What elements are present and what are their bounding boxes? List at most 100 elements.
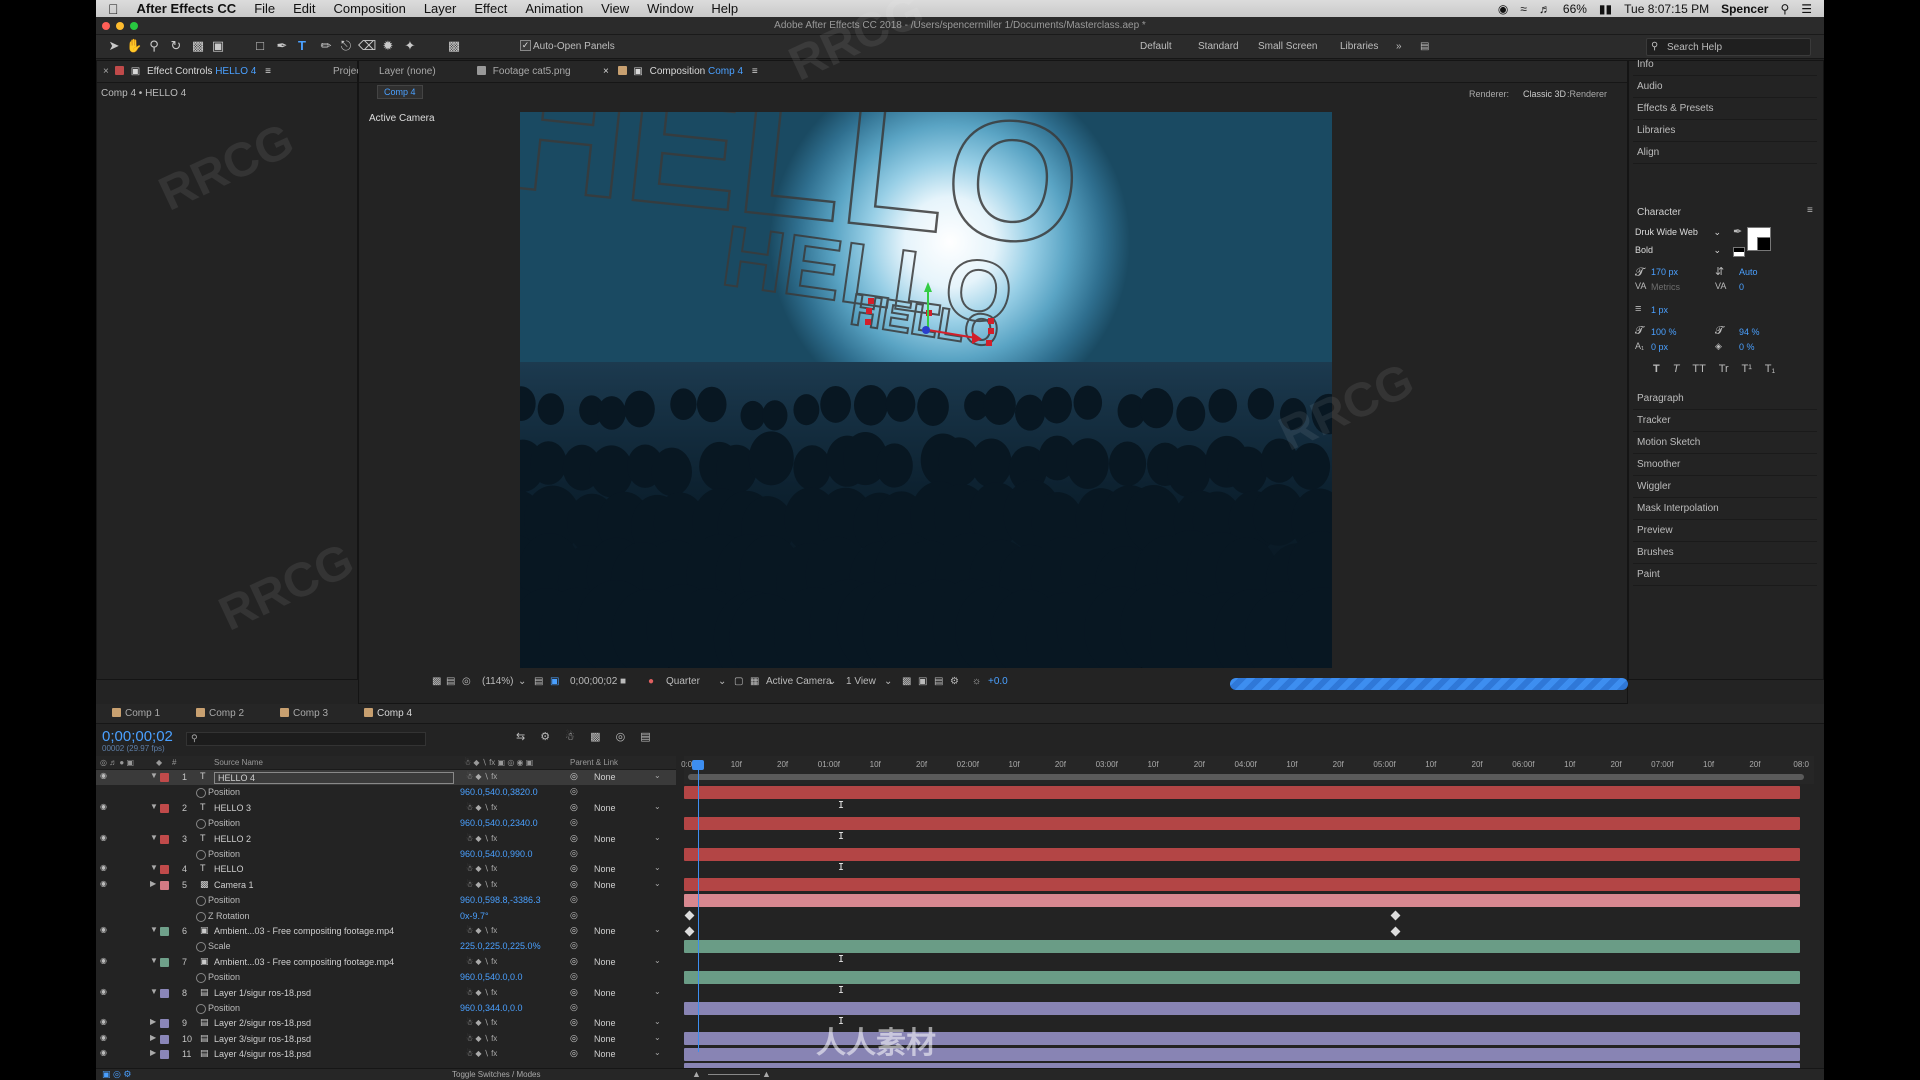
footer-icons[interactable]: ▣ ◎ ⚙ — [102, 1069, 131, 1080]
layer-row[interactable]: ◉ ▼ 7 ▣ Ambient...03 - Free compositing foot… — [96, 955, 676, 970]
keyframe[interactable] — [684, 910, 695, 921]
panel-preview[interactable]: Preview — [1637, 525, 1673, 536]
visibility-eye-icon[interactable]: ◉ — [100, 833, 107, 842]
camera-tool-icon[interactable]: ▩ — [190, 38, 206, 54]
layer-bar[interactable] — [684, 940, 1800, 953]
menu-view[interactable]: View — [601, 1, 629, 16]
auto-open-panels-checkbox[interactable]: ✓ — [520, 40, 531, 51]
parent-link-header[interactable]: Parent & Link — [570, 758, 618, 767]
timeline-tab-comp-2[interactable]: Comp 2 — [196, 708, 244, 719]
layer-switches[interactable]: ☃ ◆ ∖ fx — [466, 1034, 497, 1043]
layer-label-color[interactable] — [160, 1050, 169, 1060]
property-value[interactable]: 960.0,344.0,0.0 — [460, 1003, 523, 1013]
faux-italic-button[interactable]: T — [1673, 363, 1680, 375]
battery-percent[interactable]: 66% — [1563, 2, 1587, 16]
pickwhip-icon[interactable]: ◎ — [570, 802, 578, 813]
layer-label-color[interactable] — [160, 1034, 169, 1044]
visibility-eye-icon[interactable]: ◉ — [100, 956, 107, 965]
expand-chevron-icon[interactable]: ▼ — [150, 956, 158, 965]
zoom-out-icon[interactable]: ▲ — [692, 1069, 701, 1079]
always-preview-icon[interactable]: ▩ — [432, 676, 441, 687]
pickwhip-icon[interactable]: ◎ — [570, 956, 578, 967]
toggle-switches-modes[interactable]: Toggle Switches / Modes — [452, 1070, 541, 1079]
source-name-header[interactable]: Source Name — [214, 758, 263, 767]
exposure-reset-icon[interactable]: ☼ — [972, 676, 981, 687]
visibility-eye-icon[interactable]: ◉ — [100, 987, 107, 996]
workspace-standard[interactable]: Standard — [1198, 41, 1239, 52]
chevron-down-icon[interactable]: ⌄ — [518, 676, 526, 687]
expression-pickwhip-icon[interactable]: ◎ — [570, 894, 578, 905]
draft-3d-icon[interactable]: ⚙ — [540, 731, 550, 743]
chevron-down-icon[interactable]: ⌄ — [718, 676, 726, 687]
chevron-down-icon[interactable]: ⌄ — [884, 676, 892, 687]
motion-blur-icon[interactable]: ◎ — [616, 731, 626, 743]
expression-pickwhip-icon[interactable]: ◎ — [570, 817, 578, 828]
parent-dropdown[interactable]: None — [594, 926, 616, 936]
pickwhip-icon[interactable]: ◎ — [570, 987, 578, 998]
character-panel-title[interactable]: Character — [1637, 207, 1681, 218]
chevron-down-icon[interactable]: ⌄ — [654, 863, 661, 872]
layer-row[interactable]: ◉ ▶ 5 ▩ Camera 1 ☃ ◆ ∖ fx ◎ None ⌄ — [96, 878, 676, 893]
roi-icon[interactable]: ▢ — [734, 676, 743, 687]
layer-switches[interactable]: ☃ ◆ ∖ fx — [466, 803, 497, 812]
pixel-aspect-icon[interactable]: ▩ — [902, 676, 911, 687]
layer-row[interactable]: ◉ ▶ 11 ▤ Layer 4/sigur ros-18.psd ☃ ◆ ∖ fx ◎ No… — [96, 1047, 676, 1062]
workspace-libraries[interactable]: Libraries — [1340, 41, 1378, 52]
view-layout-dropdown[interactable]: 1 View — [846, 676, 876, 687]
expand-chevron-icon[interactable]: ▶ — [150, 1048, 156, 1057]
timeline-tab-comp-4[interactable]: Comp 4 — [364, 708, 412, 719]
roto-brush-tool-icon[interactable]: ✹ — [380, 38, 396, 54]
layer-bar[interactable] — [684, 893, 1800, 907]
panel-smoother[interactable]: Smoother — [1637, 459, 1680, 470]
work-area-bar[interactable] — [688, 774, 1804, 780]
chevron-down-icon[interactable]: ⌄ — [654, 1017, 661, 1026]
panel-info[interactable]: Info — [1637, 59, 1654, 70]
property-value[interactable]: 960.0,540.0,990.0 — [460, 849, 533, 859]
pickwhip-icon[interactable]: ◎ — [570, 1048, 578, 1059]
timeline-tab-comp-3[interactable]: Comp 3 — [280, 708, 328, 719]
expression-pickwhip-icon[interactable]: ◎ — [570, 1002, 578, 1013]
parent-dropdown[interactable]: None — [594, 864, 616, 874]
property-value[interactable]: 960.0,540.0,0.0 — [460, 972, 523, 982]
property-row[interactable]: Position 960.0,540.0,3820.0 ◎ — [96, 785, 676, 800]
parent-dropdown[interactable]: None — [594, 772, 616, 782]
layer-switches[interactable]: ☃ ◆ ∖ fx — [466, 772, 497, 781]
panel-motion-sketch[interactable]: Motion Sketch — [1637, 437, 1700, 448]
chevron-down-icon[interactable]: ⌄ — [654, 771, 661, 780]
current-time-indicator[interactable] — [698, 762, 699, 1052]
panel-effects-presets[interactable]: Effects & Presets — [1637, 103, 1714, 114]
layer-switches[interactable]: ☃ ◆ ∖ fx — [466, 957, 497, 966]
expand-chevron-icon[interactable]: ▼ — [150, 833, 158, 842]
renderer-value[interactable]: Classic 3D — [1523, 89, 1566, 99]
spotlight-icon[interactable]: ⚲ — [1780, 2, 1789, 16]
panel-paragraph[interactable]: Paragraph — [1637, 393, 1684, 404]
panel-paint[interactable]: Paint — [1637, 569, 1660, 580]
layer-label-color[interactable] — [160, 865, 169, 875]
chevron-down-icon[interactable]: ⌄ — [654, 956, 661, 965]
layer-switches[interactable]: ☃ ◆ ∖ fx — [466, 1018, 497, 1027]
visibility-eye-icon[interactable]: ◉ — [100, 771, 107, 780]
timeline-tab-comp-1[interactable]: Comp 1 — [112, 708, 160, 719]
layer-label-color[interactable] — [160, 957, 169, 967]
magnification-dropdown[interactable]: (114%) — [482, 676, 514, 687]
layer-row[interactable]: ◉ ▼ 4 T HELLO ☃ ◆ ∖ fx ◎ None ⌄ — [96, 862, 676, 877]
leading-value[interactable]: Auto — [1739, 267, 1758, 277]
font-size-value[interactable]: 170 px — [1651, 267, 1678, 277]
pickwhip-icon[interactable]: ◎ — [570, 863, 578, 874]
parent-dropdown[interactable]: None — [594, 1049, 616, 1059]
black-white-swatches[interactable] — [1733, 247, 1745, 257]
pickwhip-icon[interactable]: ◎ — [570, 925, 578, 936]
pickwhip-icon[interactable]: ◎ — [570, 879, 578, 890]
eyedropper-icon[interactable]: ✒ — [1733, 225, 1742, 238]
kerning-value[interactable]: Metrics — [1651, 282, 1680, 292]
menu-edit[interactable]: Edit — [293, 1, 315, 16]
selection-tool-icon[interactable]: ➤ — [106, 38, 122, 54]
timeline-search-input[interactable]: ⚲ — [186, 732, 426, 746]
camera-view-dropdown[interactable]: Active Camera — [766, 676, 832, 687]
faux-bold-button[interactable]: T — [1653, 363, 1660, 375]
expand-chevron-icon[interactable]: ▶ — [150, 1033, 156, 1042]
font-style-dropdown[interactable]: Bold ⌄ — [1635, 245, 1721, 259]
stroke-width-value[interactable]: 1 px — [1651, 305, 1668, 315]
expand-chevron-icon[interactable]: ▼ — [150, 802, 158, 811]
expand-chevron-icon[interactable]: ▼ — [150, 925, 158, 934]
